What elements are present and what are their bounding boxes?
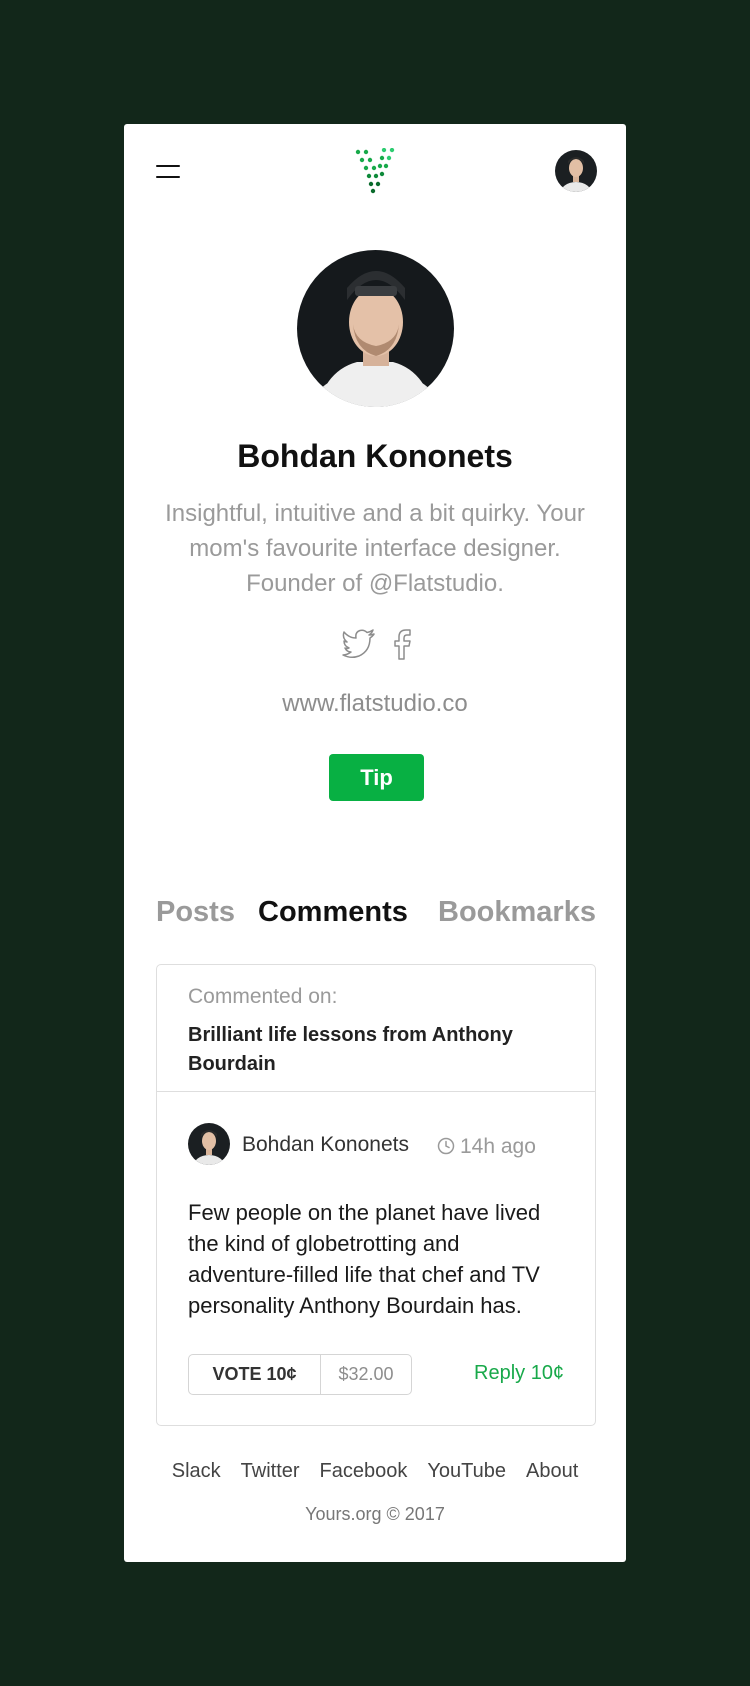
clock-icon: [437, 1137, 455, 1155]
website-link[interactable]: www.flatstudio.co: [124, 690, 626, 718]
footer-link-twitter[interactable]: Twitter: [241, 1460, 300, 1483]
vote-button[interactable]: VOTE 10¢: [189, 1355, 321, 1394]
footer-link-slack[interactable]: Slack: [172, 1460, 221, 1483]
comment-author-avatar[interactable]: [188, 1123, 230, 1165]
footer-link-youtube[interactable]: YouTube: [427, 1460, 506, 1483]
footer-link-facebook[interactable]: Facebook: [320, 1460, 408, 1483]
tip-button[interactable]: Tip: [329, 754, 424, 801]
profile-name: Bohdan Kononets: [237, 438, 513, 474]
commented-post-title[interactable]: Brilliant life lessons from Anthony Bour…: [188, 1021, 568, 1079]
reply-button[interactable]: Reply 10¢: [474, 1362, 564, 1385]
tab-posts[interactable]: Posts: [156, 896, 235, 929]
profile-card: Bohdan Kononets Insightful, intuitive an…: [124, 124, 626, 1562]
comment-timestamp: 14h ago: [460, 1135, 536, 1158]
logo-icon[interactable]: [354, 148, 398, 194]
twitter-icon[interactable]: [342, 629, 376, 659]
header-avatar[interactable]: [555, 150, 597, 192]
profile-bio: Insightful, intuitive and a bit quirky. …: [165, 500, 585, 597]
comment-text: Few people on the planet have lived the …: [188, 1200, 541, 1318]
vote-group: VOTE 10¢ $32.00: [188, 1354, 412, 1395]
comment-card: Commented on: Brilliant life lessons fro…: [156, 964, 596, 1426]
hamburger-menu-icon[interactable]: [156, 165, 180, 179]
footer-link-about[interactable]: About: [526, 1460, 578, 1483]
vote-amount: $32.00: [338, 1364, 394, 1384]
copyright: Yours.org © 2017: [305, 1504, 445, 1524]
tab-bookmarks[interactable]: Bookmarks: [438, 896, 596, 929]
tab-comments[interactable]: Comments: [258, 896, 408, 929]
profile-avatar: [297, 250, 454, 407]
facebook-icon[interactable]: [392, 628, 412, 660]
comment-author-name[interactable]: Bohdan Kononets: [242, 1133, 409, 1157]
divider: [157, 1091, 595, 1092]
commented-on-label: Commented on:: [188, 985, 338, 1008]
footer-links: Slack Twitter Facebook YouTube About: [124, 1460, 626, 1483]
